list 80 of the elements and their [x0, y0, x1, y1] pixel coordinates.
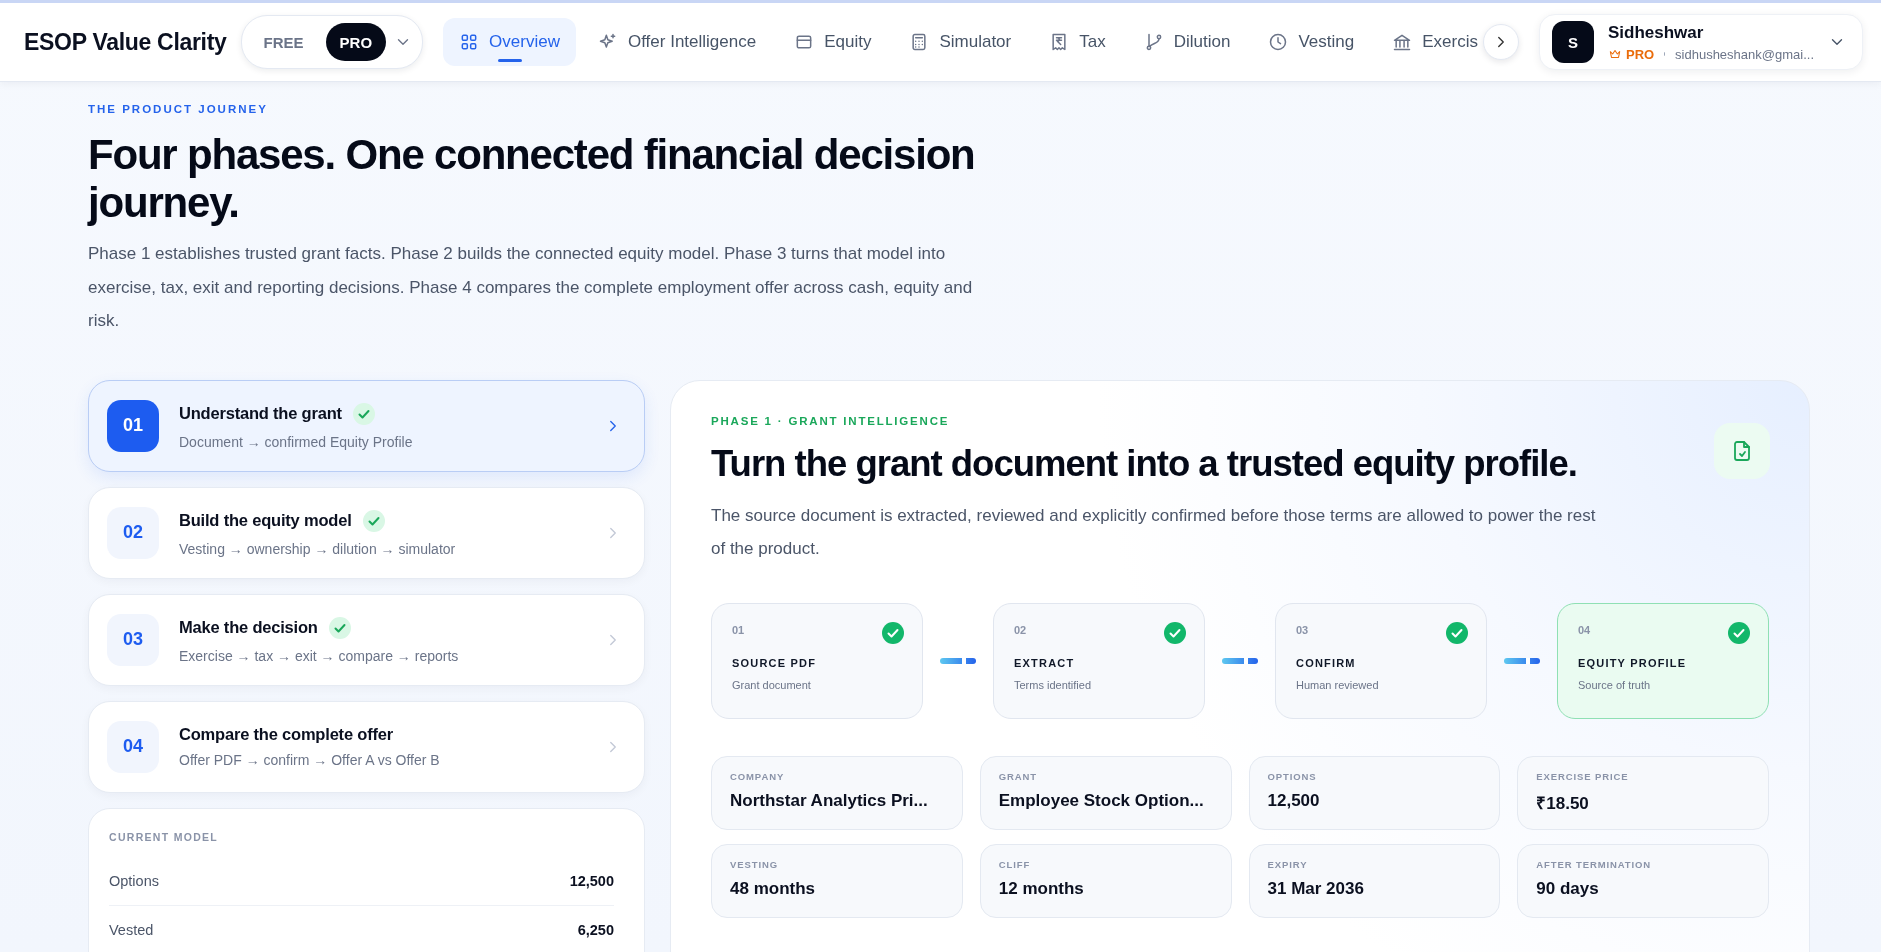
metric-value: 6,250: [577, 921, 614, 938]
fact-value: 12 months: [998, 878, 1085, 899]
phase-card[interactable]: 02 Build the equity model Vesting → ownership → dilution → simulator: [88, 486, 645, 579]
step-number: 03: [1296, 623, 1310, 636]
nav-tab[interactable]: Vesting: [1252, 18, 1371, 66]
step-subtitle: Source of truth: [1578, 678, 1652, 691]
phase-number: 01: [107, 399, 159, 452]
panel-eyebrow: PHASE 1 · GRANT INTELLIGENCE: [711, 414, 951, 427]
phase-title: Understand the grant: [179, 404, 342, 423]
user-email: sidhusheshank@gmai...: [1675, 46, 1814, 62]
document-button[interactable]: [1714, 422, 1770, 479]
plan-option[interactable]: FREE: [249, 23, 318, 61]
nav-tab[interactable]: Dilution: [1127, 18, 1247, 66]
bank-icon: [1392, 32, 1413, 52]
step-subtitle: Grant document: [732, 678, 812, 691]
phase-steps: Document → confirmed Equity Profile: [179, 433, 584, 450]
fact-value: Northstar Analytics Pri...: [730, 790, 929, 811]
step-subtitle: Human reviewed: [1296, 678, 1380, 691]
nav-tab[interactable]: Overview: [443, 18, 576, 66]
step-number: 02: [1014, 623, 1028, 636]
plan-option[interactable]: PRO: [325, 23, 387, 61]
metric-label: Vested: [109, 921, 154, 938]
app-logo: ESOP Value Clarity: [24, 28, 227, 56]
avatar: S: [1552, 21, 1594, 63]
scroll-right-button[interactable]: [1483, 24, 1519, 60]
section-eyebrow: THE PRODUCT JOURNEY: [88, 103, 269, 115]
progress-connector: [1222, 656, 1258, 665]
phase-steps: Exercise → tax → exit → compare → reports: [179, 647, 584, 664]
phase-title: Compare the complete offer: [179, 725, 393, 744]
fact-label: AFTER TERMINATION: [1536, 858, 1653, 870]
phase-title: Build the equity model: [179, 511, 352, 530]
page-description: Phase 1 establishes trusted grant facts. Phase 2 builds the connected equity model. Phase 3 turns that model into exercise, tax, exit and reporting decisions. Phase 4 compares the complete employment offer across cash, equity and risk.: [88, 243, 974, 332]
panel-description: The source document is extracted, reviewed and explicitly confirmed before those terms are allowed to power the rest of the product.: [711, 504, 1597, 560]
user-name: Sidheshwar: [1608, 22, 1705, 43]
plan-label: PRO: [1626, 46, 1655, 62]
phase-number: 03: [107, 613, 159, 666]
nav-tab[interactable]: Offer Intelligence: [581, 18, 773, 66]
nav-tab[interactable]: Tax: [1033, 18, 1122, 66]
fact-value: 48 months: [730, 878, 817, 899]
plan-toggle[interactable]: FREE PRO: [240, 15, 424, 69]
fact-label: EXPIRY: [1267, 858, 1309, 870]
phase-number: 04: [107, 720, 159, 773]
fact-label: CLIFF: [998, 858, 1032, 870]
step-number: 04: [1578, 623, 1592, 636]
fact-value: 31 Mar 2036: [1267, 878, 1365, 899]
nav-tab[interactable]: Exercis: [1376, 18, 1494, 66]
nav-tab[interactable]: Equity: [778, 18, 888, 66]
fact-label: GRANT: [998, 770, 1039, 782]
progress-connector: [1504, 656, 1540, 665]
clock-icon: [1268, 32, 1289, 52]
nav-tab[interactable]: Simulator: [893, 18, 1028, 66]
metric-value: 12,500: [569, 872, 614, 889]
fact-value: 12,500: [1267, 790, 1321, 811]
account-menu[interactable]: S Sidheshwar PRO sidhusheshank@gmai...: [1539, 14, 1863, 70]
fact-value: 90 days: [1536, 878, 1600, 899]
fact-value: Employee Stock Option...: [998, 790, 1205, 811]
fact-label: VESTING: [730, 858, 779, 870]
progress-connector: [940, 656, 976, 665]
step-title: EQUITY PROFILE: [1578, 656, 1688, 669]
phase-card[interactable]: 03 Make the decision Exercise → tax → exit → compare → reports: [88, 593, 645, 686]
fact-label: EXERCISE PRICE: [1536, 770, 1630, 782]
step-title: CONFIRM: [1296, 656, 1357, 669]
step-title: EXTRACT: [1014, 656, 1076, 669]
metric-label: Options: [109, 872, 159, 889]
crown-icon: [1608, 47, 1622, 61]
card-title: CURRENT MODEL: [109, 830, 220, 843]
step-number: 01: [732, 623, 746, 636]
step-subtitle: Terms identified: [1014, 678, 1093, 691]
fact-label: COMPANY: [730, 770, 786, 782]
page-heading: Four phases. One connected financial decision journey.: [88, 131, 976, 227]
phase-card[interactable]: 01 Understand the grant Document → confirmed Equity Profile: [88, 379, 645, 472]
panel-heading: Turn the grant document into a trusted equity profile.: [711, 441, 1578, 486]
step-title: SOURCE PDF: [732, 656, 818, 669]
phase-number: 02: [107, 506, 159, 559]
phase-card[interactable]: 04 Compare the complete offer Offer PDF → confirm → Offer A vs Offer B: [88, 700, 645, 793]
fact-value: ₹18.50: [1536, 792, 1590, 814]
phase-steps: Vesting → ownership → dilution → simulator: [179, 540, 584, 557]
fact-label: OPTIONS: [1267, 770, 1318, 782]
phase-title: Make the decision: [179, 618, 318, 637]
phase-steps: Offer PDF → confirm → Offer A vs Offer B: [179, 752, 584, 768]
